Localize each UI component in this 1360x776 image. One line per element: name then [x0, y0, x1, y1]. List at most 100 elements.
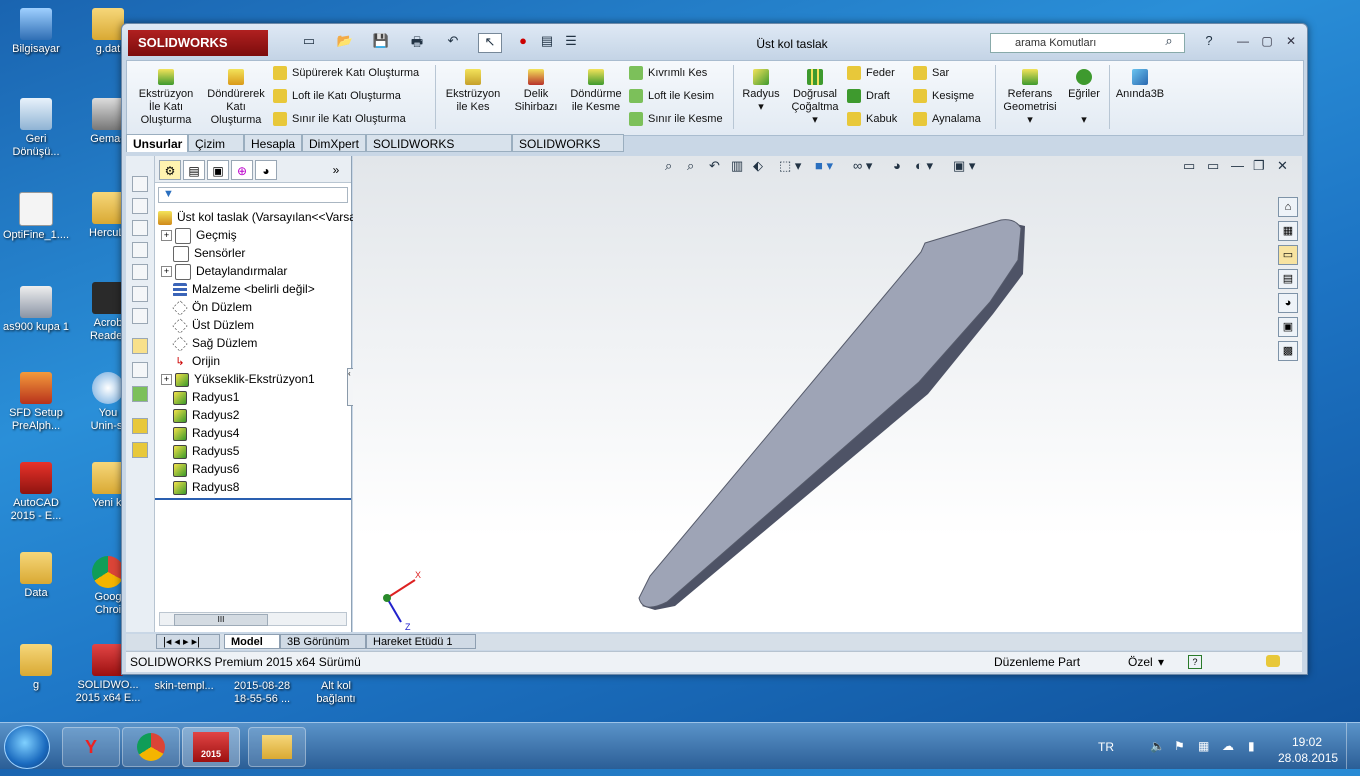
- resources-home-icon[interactable]: ⌂: [1278, 197, 1298, 217]
- tree-item-boss-extrude[interactable]: + Yükseklik-Ekstrüzyon1: [161, 370, 315, 388]
- boundary-cut-button[interactable]: Sınır ile Kesme: [629, 111, 723, 127]
- part-model[interactable]: [353, 156, 1302, 632]
- swept-cut-button[interactable]: Kıvrımlı Kes: [629, 65, 707, 81]
- tree-item-front-plane[interactable]: Ön Düzlem: [172, 298, 252, 316]
- search-icon[interactable]: ⌕: [1158, 33, 1180, 51]
- options-icon[interactable]: ☰: [560, 33, 582, 51]
- view-cube-icon[interactable]: [132, 308, 148, 324]
- rib-button[interactable]: Feder: [847, 65, 895, 81]
- tab-dimxpert[interactable]: DimXpert: [302, 134, 366, 152]
- expand-panel-icon[interactable]: »: [325, 160, 347, 180]
- maximize-button[interactable]: ▢: [1258, 34, 1276, 50]
- minimize-button[interactable]: —: [1234, 34, 1252, 50]
- battery-icon[interactable]: ▮: [1248, 739, 1255, 753]
- undo-icon[interactable]: ↶: [442, 33, 464, 51]
- tree-item-right-plane[interactable]: Sağ Düzlem: [172, 334, 257, 352]
- tab-motion-study[interactable]: Hareket Etüdü 1: [366, 634, 476, 649]
- desktop-icon-screenshot[interactable]: 2015-08-28 18-55-56 ...: [226, 680, 298, 706]
- sketch-icon[interactable]: [132, 338, 148, 354]
- expand-toggle[interactable]: +: [161, 266, 172, 278]
- tab-nav-arrows[interactable]: |◂ ◂ ▸ ▸|: [156, 634, 220, 649]
- instant3d-button[interactable]: Anında3B: [1113, 69, 1167, 101]
- units-dropdown-icon[interactable]: ▾: [1158, 652, 1164, 672]
- draft-button[interactable]: Draft: [847, 88, 890, 104]
- revolve-boss-button[interactable]: Döndürerek Katı Oluşturma: [201, 69, 271, 127]
- curves-button[interactable]: Eğriler ▾: [1063, 69, 1105, 127]
- desktop-icon-altkol[interactable]: Alt kol bağlantı: [300, 680, 372, 706]
- mirror-button[interactable]: Aynalama: [913, 111, 981, 127]
- solidworks-logo[interactable]: SOLIDWORKS: [128, 30, 268, 56]
- property-manager-tab-icon[interactable]: ▤: [183, 160, 205, 180]
- print-icon[interactable]: 🖶: [406, 33, 428, 51]
- tab-addins[interactable]: SOLIDWORKS Eklentileri: [366, 134, 512, 169]
- tree-item-fillet[interactable]: Radyus4: [173, 424, 239, 442]
- desktop-icon-as900[interactable]: as900 kupa 1: [0, 286, 72, 334]
- desktop-icon-computer[interactable]: Bilgisayar: [0, 8, 72, 56]
- appearances-icon[interactable]: ◕: [1278, 293, 1298, 313]
- clock-date[interactable]: 28.08.2015: [1278, 751, 1338, 765]
- search-commands-input[interactable]: arama Komutları: [990, 33, 1185, 53]
- graphics-viewport[interactable]: ⌕ ⌕ ↶ ▥ ⬖ ⬚ ▾ ■ ▾ ∞ ▾ ◕ ◐ ▾ ▣ ▾ ▭ ▭ — ❐ …: [353, 156, 1302, 632]
- desktop-icon-autocad[interactable]: AutoCAD 2015 - E...: [0, 462, 72, 523]
- custom-properties-icon[interactable]: ▣: [1278, 317, 1298, 337]
- help-icon[interactable]: ?: [1198, 33, 1220, 51]
- feature-tree-tab-icon[interactable]: ⚙: [159, 160, 181, 180]
- select-arrow-icon[interactable]: ↖: [478, 33, 502, 53]
- language-indicator[interactable]: TR: [1098, 740, 1114, 754]
- start-button[interactable]: [4, 725, 50, 769]
- extrude-boss-button[interactable]: Ekstrüzyon İle Katı Oluşturma: [133, 69, 199, 127]
- rollback-bar[interactable]: [155, 498, 351, 500]
- tree-item-sensors[interactable]: Sensörler: [173, 244, 245, 262]
- dropdown-arrow-icon[interactable]: ▾: [758, 101, 764, 113]
- tab-sketch[interactable]: Çizim: [188, 134, 244, 152]
- rebuild-traffic-light-icon[interactable]: ●: [512, 33, 534, 51]
- tree-item-history[interactable]: + Geçmiş: [161, 226, 237, 244]
- close-button[interactable]: ✕: [1282, 34, 1300, 50]
- desktop-icon-recycle[interactable]: Geri Dönüşü...: [0, 98, 72, 159]
- feature-icon[interactable]: [132, 442, 148, 458]
- revolved-cut-button[interactable]: Döndürme ile Kesme: [567, 69, 625, 114]
- tab-features[interactable]: Unsurlar: [126, 134, 188, 152]
- tab-mbd[interactable]: SOLIDWORKS MBD: [512, 134, 624, 169]
- extruded-cut-button[interactable]: Ekstrüzyon ile Kes: [441, 69, 505, 114]
- desktop-icon-skin[interactable]: skin-templ...: [148, 680, 220, 693]
- hole-wizard-button[interactable]: Delik Sihirbazı: [507, 69, 565, 114]
- tree-root[interactable]: Üst kol taslak (Varsayılan<<Varsa: [158, 208, 356, 226]
- view-cube-icon[interactable]: [132, 264, 148, 280]
- dropdown-arrow-icon[interactable]: ▾: [812, 114, 818, 126]
- save-icon[interactable]: 💾: [370, 33, 392, 51]
- relations-icon[interactable]: [132, 386, 148, 402]
- tree-item-fillet[interactable]: Radyus5: [173, 442, 239, 460]
- show-desktop-button[interactable]: [1346, 723, 1360, 769]
- status-units[interactable]: Özel: [1128, 652, 1153, 672]
- swept-boss-button[interactable]: Süpürerek Katı Oluşturma: [273, 65, 419, 81]
- tree-item-origin[interactable]: ↳ Orijin: [173, 352, 220, 370]
- tree-item-fillet[interactable]: Radyus2: [173, 406, 239, 424]
- tree-item-fillet[interactable]: Radyus1: [173, 388, 239, 406]
- file-explorer-icon[interactable]: ▭: [1278, 245, 1298, 265]
- scrollbar-thumb[interactable]: III: [174, 614, 268, 626]
- dimension-icon[interactable]: [132, 362, 148, 378]
- taskbar-solidworks[interactable]: 2015: [182, 727, 240, 767]
- tree-item-fillet[interactable]: Radyus6: [173, 460, 239, 478]
- help-status-icon[interactable]: ?: [1188, 655, 1202, 669]
- tree-item-fillet[interactable]: Radyus8: [173, 478, 239, 496]
- clock-time[interactable]: 19:02: [1292, 735, 1322, 749]
- wrap-button[interactable]: Sar: [913, 65, 949, 81]
- flag-icon[interactable]: ⚑: [1174, 739, 1185, 753]
- tree-item-annotations[interactable]: + Detaylandırmalar: [161, 262, 287, 280]
- tree-item-top-plane[interactable]: Üst Düzlem: [172, 316, 254, 334]
- taskbar-yandex[interactable]: Y: [62, 727, 120, 767]
- volume-icon[interactable]: 🔈: [1150, 739, 1165, 753]
- view-cube-icon[interactable]: [132, 286, 148, 302]
- dimxpert-tab-icon[interactable]: ⊕: [231, 160, 253, 180]
- taskbar-chrome[interactable]: [122, 727, 180, 767]
- fillet-button[interactable]: Radyus ▾: [737, 69, 785, 114]
- lofted-boss-button[interactable]: Loft ile Katı Oluşturma: [273, 88, 401, 104]
- feature-icon[interactable]: [132, 418, 148, 434]
- view-cube-icon[interactable]: [132, 176, 148, 192]
- solidworks-forum-icon[interactable]: ▩: [1278, 341, 1298, 361]
- horizontal-scrollbar[interactable]: III: [159, 612, 347, 626]
- desktop-icon-g[interactable]: g: [0, 644, 72, 692]
- expand-toggle[interactable]: +: [161, 230, 172, 242]
